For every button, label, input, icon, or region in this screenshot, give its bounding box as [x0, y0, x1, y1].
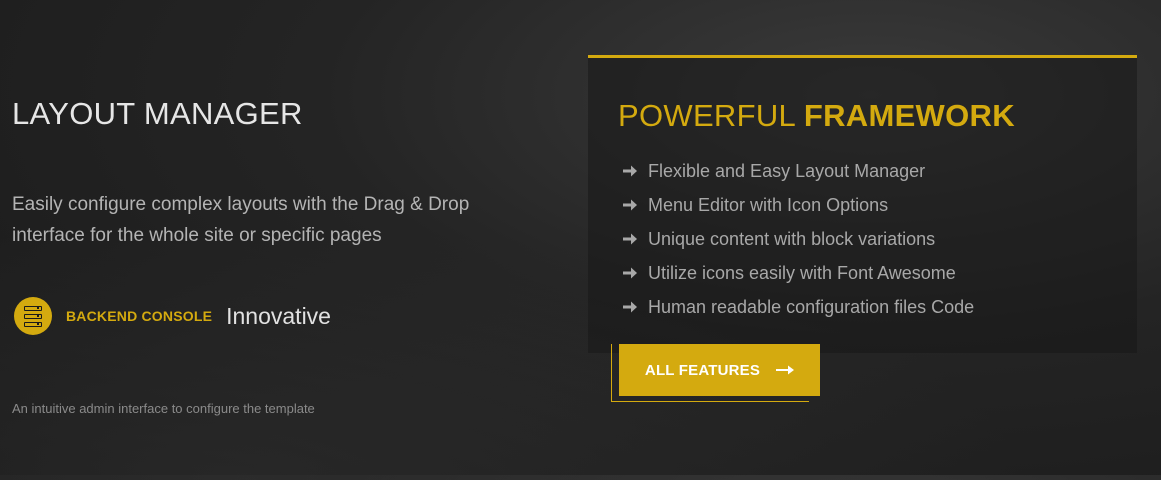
feature-list: Flexible and Easy Layout Manager Menu Ed… — [622, 154, 974, 324]
backend-console-label: BACKEND CONSOLE — [66, 308, 213, 324]
all-features-button[interactable]: ALL FEATURES — [619, 344, 820, 396]
backend-console-value: Innovative — [226, 302, 331, 329]
panel-title: POWERFUL FRAMEWORK — [618, 98, 1015, 134]
arrow-right-icon — [623, 267, 637, 279]
section-footnote: An intuitive admin interface to configur… — [12, 401, 315, 416]
arrow-right-icon — [623, 233, 637, 245]
arrow-right-icon — [623, 301, 637, 313]
long-arrow-right-icon — [776, 365, 795, 375]
list-item: Menu Editor with Icon Options — [622, 188, 974, 222]
list-item: Flexible and Easy Layout Manager — [622, 154, 974, 188]
framework-panel: POWERFUL FRAMEWORK Flexible and Easy Lay… — [588, 55, 1137, 353]
server-icon — [14, 297, 52, 335]
section-title: LAYOUT MANAGER — [12, 96, 303, 131]
layout-manager-section: LAYOUT MANAGER Easily configure complex … — [12, 0, 552, 475]
list-item: Human readable configuration files Code — [622, 290, 974, 324]
all-features-button-wrap: ALL FEATURES — [611, 344, 820, 402]
panel-title-bold: FRAMEWORK — [803, 98, 1015, 133]
list-item: Utilize icons easily with Font Awesome — [622, 256, 974, 290]
feature-text: Unique content with block variations — [648, 228, 936, 249]
feature-text: Menu Editor with Icon Options — [648, 194, 889, 215]
arrow-right-icon — [623, 199, 637, 211]
feature-text: Human readable configuration files Code — [648, 296, 975, 317]
section-description: Easily configure complex layouts with th… — [12, 194, 470, 246]
feature-text: Flexible and Easy Layout Manager — [648, 160, 926, 181]
list-item: Unique content with block variations — [622, 222, 974, 256]
panel-title-light: POWERFUL — [618, 98, 804, 133]
all-features-button-label: ALL FEATURES — [644, 361, 761, 379]
feature-text: Utilize icons easily with Font Awesome — [648, 262, 956, 283]
backend-console-row: BACKEND CONSOLE Innovative — [14, 297, 331, 335]
arrow-right-icon — [623, 165, 637, 177]
